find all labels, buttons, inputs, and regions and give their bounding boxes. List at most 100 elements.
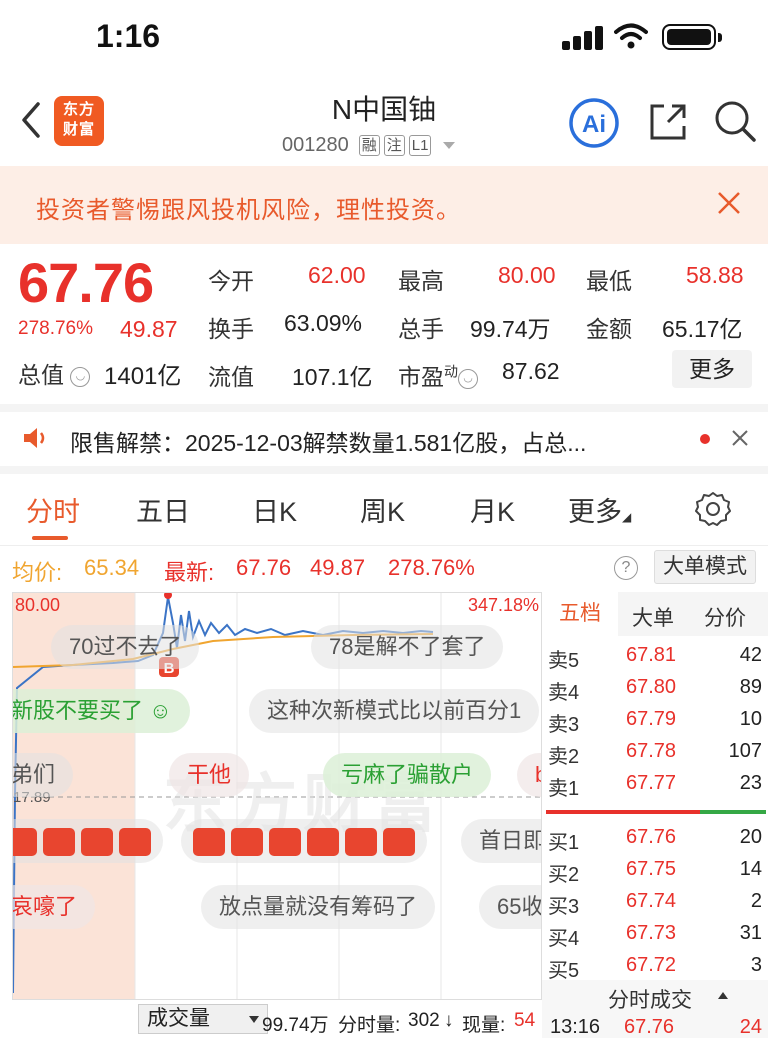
ask-volume: 107: [728, 740, 762, 762]
more-button[interactable]: 更多: [672, 350, 752, 388]
latest-pct: 278.76%: [388, 555, 475, 580]
latest-value: 67.76: [236, 555, 292, 580]
notice-text: 限售解禁：2025-12-03解禁数量1.581亿股，占总...: [70, 430, 587, 456]
now-volume-value: 54: [514, 1010, 536, 1031]
tab-five-levels[interactable]: 五档: [542, 592, 618, 636]
tab-intraday[interactable]: 分时: [26, 490, 80, 529]
tab-more-label: 更多: [568, 497, 622, 527]
comment-bubble[interactable]: 65收: [479, 885, 541, 929]
comment-bubble[interactable]: 70过不去了: [51, 625, 200, 669]
bid-volume: 14: [739, 858, 762, 880]
bid-row: 买2 67.75 14: [542, 858, 768, 890]
ask-label: 卖4: [548, 682, 580, 704]
rise-emoji-group: [13, 828, 151, 857]
volume-value: 99.74万: [470, 316, 551, 342]
pe-sup: 动: [444, 363, 458, 380]
ask-row: 卖1 67.77 23: [542, 772, 768, 804]
comment-bubble[interactable]: 这种次新模式比以前百分1: [249, 689, 540, 733]
minute-volume-value: 302: [408, 1010, 440, 1031]
ai-assistant-button[interactable]: Ai: [566, 98, 622, 148]
bid-price: 67.73: [626, 922, 677, 944]
mascot-icon: ☺: [149, 698, 172, 723]
comment-bubble[interactable]: [181, 819, 427, 863]
unread-dot: [700, 434, 710, 444]
ask-label: 卖1: [548, 778, 580, 800]
indicator-select-label: 成交量: [147, 1007, 210, 1030]
open-label: 今开: [208, 268, 254, 294]
change-percent: 278.76%: [18, 318, 94, 339]
wifi-icon: [614, 23, 648, 49]
ask-volume: 89: [739, 676, 762, 698]
amount-value: 65.17亿: [662, 316, 743, 342]
ai-label: Ai: [582, 111, 606, 138]
level-tag: L1: [408, 135, 432, 156]
pe-label-text: 市盈: [398, 364, 444, 390]
tab-weekly-k[interactable]: 周K: [360, 490, 405, 529]
ask-label: 卖5: [548, 650, 580, 672]
intraday-chart[interactable]: B 东方财富 80.00 347.18% 17.89 70过不去了 78是解不了…: [12, 592, 542, 1000]
chart-rise-icon: [307, 828, 339, 857]
tab-big-orders[interactable]: 大单: [632, 602, 674, 632]
ask-row: 卖3 67.79 10: [542, 708, 768, 740]
corner-triangle-icon: ◢: [622, 510, 632, 524]
comment-bubble[interactable]: 放点量就没有筹码了: [201, 885, 436, 929]
search-icon[interactable]: [712, 98, 758, 144]
ask-row: 卖4 67.80 89: [542, 676, 768, 708]
ask-row: 卖2 67.78 107: [542, 740, 768, 772]
order-book-tabs: 五档 大单 分价: [542, 592, 768, 636]
indicator-select[interactable]: 成交量: [138, 1004, 268, 1034]
tab-price-dist[interactable]: 分价: [704, 602, 746, 632]
tick-trades-header[interactable]: 分时成交 13:16 67.76 24: [542, 980, 768, 1038]
low-label: 最低: [586, 268, 632, 294]
comment-bubble[interactable]: 首日即: [461, 819, 541, 863]
tab-monthly-k[interactable]: 月K: [470, 490, 515, 529]
ask-price: 67.78: [626, 740, 677, 762]
bid-volume: 3: [750, 954, 762, 976]
open-value: 62.00: [308, 262, 366, 288]
comment-bubble[interactable]: 新股不要买了 ☺: [13, 689, 190, 733]
tab-more[interactable]: 更多◢: [568, 490, 631, 529]
status-time: 1:16: [96, 18, 161, 54]
risk-warning-banner: 投资者警惕跟风投机风险，理性投资。: [0, 166, 768, 244]
bid-label: 买1: [548, 832, 580, 854]
close-icon[interactable]: [730, 428, 750, 448]
avg-value: 65.34: [84, 555, 140, 580]
high-label: 最高: [398, 268, 444, 294]
bid-volume: 2: [750, 890, 762, 912]
comment-bubble[interactable]: 亏麻了骗散户: [323, 753, 492, 797]
float-value-label: 流值: [208, 364, 254, 390]
ask-price: 67.79: [626, 708, 677, 730]
pe-value: 87.62: [502, 358, 560, 384]
bid-row: 买4 67.73 31: [542, 922, 768, 954]
volume-bar: 成交量 99.74万 分时量: 302 ↓ 现量: 54: [12, 1000, 542, 1038]
big-order-mode-button[interactable]: 大单模式: [654, 550, 756, 584]
chart-rise-icon: [345, 828, 377, 857]
comment-bubble[interactable]: 弟们: [13, 753, 74, 797]
latest-label: 最新:: [164, 560, 215, 585]
status-bar: 1:16: [0, 0, 768, 78]
stock-code-row[interactable]: 001280 融 注 L1: [282, 134, 456, 157]
comment-bubble[interactable]: [13, 819, 163, 863]
bid-volume: 20: [739, 826, 762, 848]
chart-rise-icon: [269, 828, 301, 857]
close-icon[interactable]: [714, 188, 744, 218]
comment-bubble[interactable]: 哀嚎了: [13, 885, 96, 929]
comment-bubble[interactable]: 干他: [169, 753, 250, 797]
tab-five-day[interactable]: 五日: [136, 490, 190, 529]
tab-daily-k[interactable]: 日K: [252, 490, 297, 529]
share-icon[interactable]: [646, 100, 690, 144]
chart-rise-icon: [193, 828, 225, 857]
comment-bubble[interactable]: 78是解不了套了: [311, 625, 504, 669]
ask-row: 卖5 67.81 42: [542, 644, 768, 676]
bid-price: 67.72: [626, 954, 677, 976]
bid-price: 67.75: [626, 858, 677, 880]
help-icon[interactable]: ?: [614, 556, 638, 580]
high-marker: [164, 593, 172, 599]
low-value: 58.88: [686, 262, 744, 288]
unlock-notice[interactable]: 限售解禁：2025-12-03解禁数量1.581亿股，占总...: [0, 412, 768, 466]
smile-icon: ◡: [70, 367, 91, 387]
bid-label: 买2: [548, 864, 580, 886]
turnover-value: 63.09%: [284, 310, 363, 336]
current-price: 67.76: [18, 251, 154, 314]
gear-icon[interactable]: [694, 490, 732, 528]
